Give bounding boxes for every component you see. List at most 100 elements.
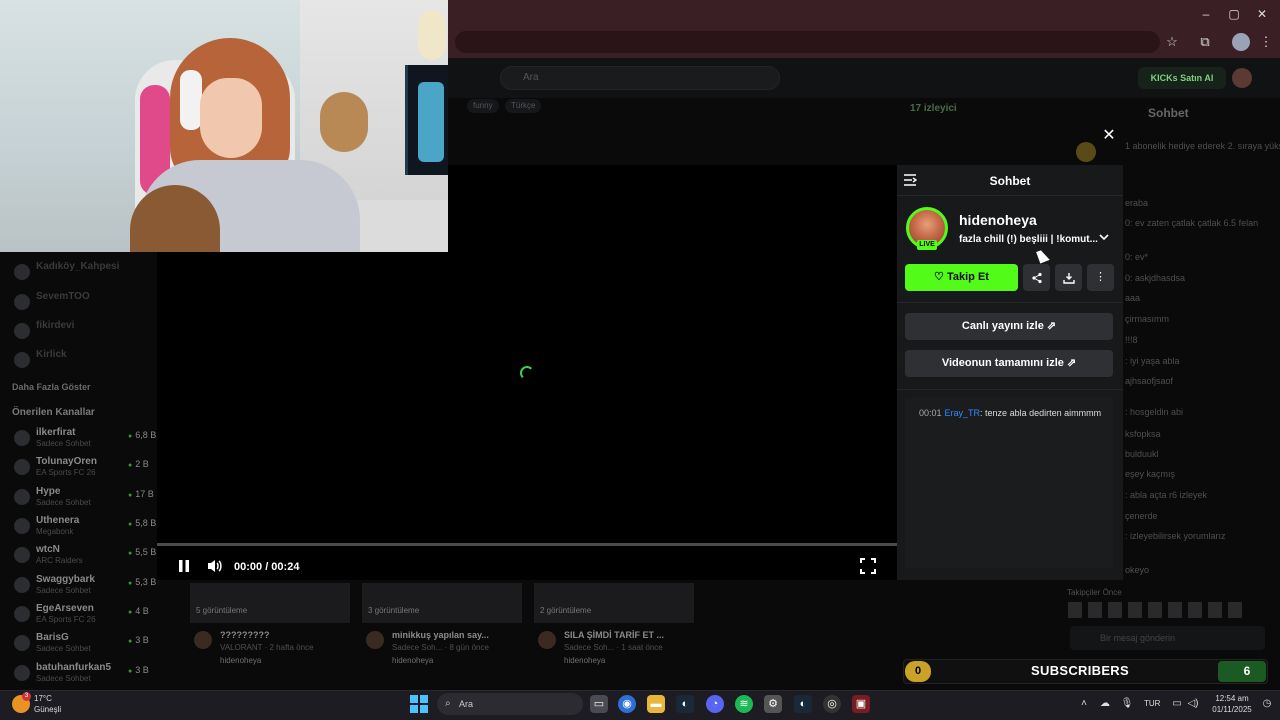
obs-icon[interactable]: ◎ xyxy=(823,695,841,713)
sidebar-channel-item[interactable]: ilkerfiratSadece Sohbet 6,8 B xyxy=(10,426,160,454)
pause-button[interactable] xyxy=(176,558,192,574)
bookmark-star-icon[interactable]: ☆ xyxy=(1163,33,1181,51)
avatar xyxy=(14,518,30,534)
sidebar-channel-item[interactable]: SwaggybarkSadece Sohbet 5,3 B xyxy=(10,573,160,601)
browser-menu-icon[interactable]: ⋮ xyxy=(1257,33,1275,51)
clip-info[interactable]: ????????? VALORANT · 2 hafta önce hidenohe… xyxy=(190,629,350,673)
sidebar-channel-item[interactable]: BarisGSadece Sohbet 3 B xyxy=(10,631,160,659)
microphone-icon[interactable]: 🎙 xyxy=(1120,697,1134,711)
plush-bear xyxy=(320,92,368,152)
headphones xyxy=(180,70,202,130)
clock-date[interactable]: 01/11/2025 xyxy=(1208,705,1256,714)
tag-funny[interactable]: funny xyxy=(467,99,499,113)
channel-name: BarisG xyxy=(36,632,69,643)
onedrive-cloud-icon[interactable]: ☁ xyxy=(1098,697,1112,711)
clock-time[interactable]: 12:54 am xyxy=(1208,694,1256,703)
chevron-down-icon[interactable] xyxy=(1099,233,1111,244)
sidebar-channel-item[interactable]: TolunayOrenEA Sports FC 26 2 B xyxy=(10,455,160,483)
spotify-icon[interactable]: ≋ xyxy=(735,695,753,713)
streamer-name[interactable]: hidenoheya xyxy=(959,212,1037,228)
external-link-icon: ⇗ xyxy=(1066,357,1077,369)
more-options-button[interactable]: ⋮ xyxy=(1087,264,1114,291)
task-view-icon[interactable]: ▭ xyxy=(590,695,608,713)
profile-avatar[interactable] xyxy=(1232,33,1250,51)
viewer-count: 5,5 B xyxy=(128,547,156,557)
input-language[interactable]: TUR xyxy=(1144,699,1160,708)
settings-gear-icon[interactable]: ⚙ xyxy=(764,695,782,713)
emote-row[interactable] xyxy=(1068,602,1248,618)
chat-message: 00:01 Eray_TR: tenze abla dedirten aimmmm xyxy=(919,408,1101,418)
tray-chevron-up-icon[interactable]: ˄ xyxy=(1077,697,1091,711)
network-icon[interactable]: ▭ xyxy=(1170,697,1184,711)
channel-name: SevemTOO xyxy=(36,291,90,302)
heart-icon: ♡ xyxy=(934,271,947,283)
app-icon[interactable]: ▣ xyxy=(852,695,870,713)
avatar xyxy=(14,264,30,280)
discord-icon[interactable]: ◔ xyxy=(706,695,724,713)
gift-rank-badge xyxy=(1076,142,1096,162)
sidebar-followed-item[interactable]: Kirlick xyxy=(10,348,160,376)
bg-chat-message: eşey kaçmış xyxy=(1125,469,1176,479)
download-button[interactable] xyxy=(1055,264,1082,291)
kicks-buy-button[interactable]: KICKs Satın Al xyxy=(1138,67,1226,89)
notifications-icon[interactable]: ◷ xyxy=(1260,697,1274,711)
bg-chat-message: okeyo xyxy=(1125,565,1150,575)
follow-button[interactable]: ♡ Takip Et xyxy=(905,264,1018,291)
chrome-icon[interactable]: ◉ xyxy=(618,695,636,713)
fullscreen-button[interactable] xyxy=(860,558,876,574)
channel-name: Kirlick xyxy=(36,349,67,360)
close-modal-button[interactable]: ✕ xyxy=(1100,127,1118,145)
chat-username[interactable]: Eray_TR xyxy=(945,408,981,418)
address-bar[interactable] xyxy=(455,31,1160,53)
channel-category: Sadece Sohbet xyxy=(36,644,91,653)
bg-chat-message: ksfopksa xyxy=(1125,429,1161,439)
clip-info[interactable]: SILA ŞİMDİ TARİF ET ... Sadece Soh... · 1… xyxy=(534,629,694,673)
video-progress-bar[interactable] xyxy=(157,543,897,546)
sidebar-channel-item[interactable]: HypeSadece Sohbet 17 B xyxy=(10,485,160,513)
weather-description[interactable]: Güneşli xyxy=(34,705,61,714)
clip-thumbnail[interactable]: 3 görüntüleme xyxy=(362,583,522,623)
sidebar-followed-item[interactable]: Kadıköy_Kahpesi xyxy=(10,260,160,288)
file-explorer-icon[interactable]: ▬ xyxy=(647,695,665,713)
fullscreen-icon xyxy=(860,558,876,574)
chat-message-input[interactable]: Bir mesaj gönderin xyxy=(1070,626,1265,650)
share-button[interactable] xyxy=(1023,264,1050,291)
loading-spinner xyxy=(520,366,534,380)
subscribers-left-count: 0 xyxy=(905,661,931,682)
tag-turkish[interactable]: Türkçe xyxy=(505,99,542,113)
close-window-button[interactable]: ✕ xyxy=(1254,6,1270,22)
user-avatar[interactable] xyxy=(1232,68,1252,88)
maximize-button[interactable]: ▢ xyxy=(1226,6,1242,22)
sidebar-channel-item[interactable]: wtcNARC Raiders 5,5 B xyxy=(10,543,160,571)
minimize-button[interactable]: – xyxy=(1198,6,1214,22)
sidebar-followed-item[interactable]: fikirdevi xyxy=(10,319,160,347)
channel-category: Megabonk xyxy=(36,527,74,536)
viewer-count: 17 B xyxy=(128,489,154,499)
sidebar-channel-item[interactable]: EgeArsevenEA Sports FC 26 4 B xyxy=(10,602,160,630)
taskbar-search[interactable]: Ara xyxy=(437,693,583,715)
avatar xyxy=(14,489,30,505)
clip-thumbnail[interactable]: 2 görüntüleme xyxy=(534,583,694,623)
show-more-link[interactable]: Daha Fazla Göster xyxy=(12,382,91,392)
sidebar-channel-item[interactable]: batuhanfurkan5Sadece Sohbet 3 B xyxy=(10,661,160,689)
divider xyxy=(897,195,1123,196)
start-button[interactable] xyxy=(410,695,428,713)
extensions-icon[interactable]: ⧉ xyxy=(1196,33,1214,51)
speaker-icon[interactable]: ◁) xyxy=(1186,697,1200,711)
weather-temperature[interactable]: 17°C xyxy=(34,694,52,703)
watch-full-video-button[interactable]: Videonun tamamını izle ⇗ xyxy=(905,350,1113,377)
clip-meta: Sadece Soh... · 8 gün önce xyxy=(392,643,489,652)
site-search-input[interactable]: Ara xyxy=(500,66,780,90)
volume-button[interactable] xyxy=(206,558,224,574)
bg-chat-message: : izleyebilirsek yorumlarız xyxy=(1125,531,1226,541)
clip-channel: hidenoheya xyxy=(220,656,262,665)
sidebar-channel-item[interactable]: UtheneraMegabonk 5,8 B xyxy=(10,514,160,542)
clip-info[interactable]: minikkuş yapılan say... Sadece Soh... · 8… xyxy=(362,629,522,673)
steam-icon[interactable]: ◐ xyxy=(676,695,694,713)
notification-badge: 3 xyxy=(22,692,31,701)
watch-live-button[interactable]: Canlı yayını izle ⇗ xyxy=(905,313,1113,340)
steam-alt-icon[interactable]: ◐ xyxy=(794,695,812,713)
top-gifters-label: Takipçiler Önce xyxy=(1067,588,1122,597)
clip-thumbnail[interactable]: 5 görüntüleme xyxy=(190,583,350,623)
sidebar-followed-item[interactable]: SevemTOO xyxy=(10,290,160,318)
